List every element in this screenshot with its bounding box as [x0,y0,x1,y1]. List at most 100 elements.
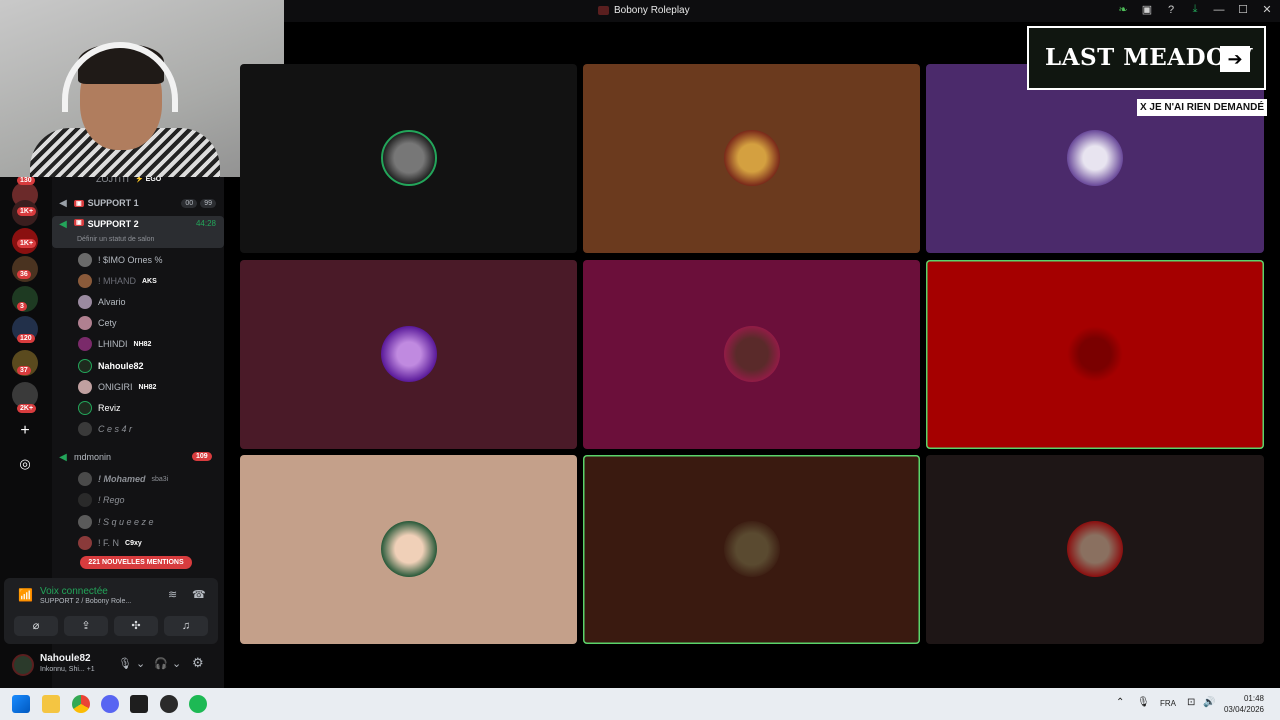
add-server-icon[interactable]: + [14,420,36,442]
camera-off-button[interactable]: ⌀ [14,616,58,636]
tray-chevron-icon[interactable]: ⌃ [1116,697,1124,708]
user-count: 00 [181,198,198,208]
avatar [78,274,92,288]
chevron-down-icon[interactable]: ⌄ [136,657,145,670]
video-tile[interactable] [240,455,577,644]
member-tag: sba3i [151,475,169,483]
list-item[interactable]: Alvario [78,292,126,312]
server-badge: 1K+ [17,207,37,216]
soundboard-button[interactable]: ♫ [164,616,208,636]
mic-icon[interactable]: 🎙 [118,657,132,670]
maximize-icon[interactable]: ☐ [1236,3,1250,16]
avatar [78,337,92,351]
language-indicator[interactable]: FRA [1160,699,1176,708]
disconnect-icon[interactable]: ☎ [192,588,206,601]
voice-channel-link[interactable]: SUPPORT 2 / Bobony Role... [40,598,131,605]
video-tile[interactable] [926,455,1264,644]
video-tile[interactable] [926,260,1264,449]
voice-channel-support-2[interactable]: ◀ ▣ SUPPORT 2 44:28 [52,216,224,248]
avatar [381,326,437,382]
noise-suppression-icon[interactable]: ≋ [168,588,177,601]
member-name: ONIGIRI [98,382,133,392]
voice-channel-support-1[interactable]: ◀ ▣ SUPPORT 1 00 99 [52,193,224,213]
member-name: Nahoule82 [98,361,144,371]
headset-icon[interactable]: 🎧 [154,657,168,670]
file-explorer-icon[interactable] [42,695,60,713]
new-mentions-button[interactable]: 221 NOUVELLES MENTIONS [80,556,192,569]
chrome-icon[interactable] [72,695,90,713]
windows-start-icon[interactable] [12,695,30,713]
avatar [78,359,92,373]
leaf-icon[interactable]: ❧ [1116,3,1130,16]
avatar [724,521,780,577]
signal-icon[interactable]: 📶 [18,588,33,602]
clock-time: 01:48 [1243,694,1264,703]
settings-gear-icon[interactable]: ⚙ [192,655,204,671]
avatar [78,422,92,436]
list-item[interactable]: ! Mohamed sba3i [78,469,168,489]
channel-tag-icon: ▣ [74,199,84,207]
video-tile[interactable] [583,260,920,449]
clock-date: 03/04/2026 [1223,705,1264,714]
member-name: C e s 4 r [98,424,133,434]
last-meadow-banner[interactable]: LAST MEADOW ➔ [1027,26,1266,90]
list-item[interactable]: C e s 4 r [78,419,132,439]
screen-share-button[interactable]: ⇪ [64,616,108,636]
user-name[interactable]: Nahoule82 [40,653,91,664]
list-item[interactable]: Reviz [78,398,121,418]
member-name: LHINDI [98,339,128,349]
chevron-down-icon[interactable]: ⌄ [172,657,181,670]
list-item[interactable]: Nahoule82 [78,356,144,376]
avatar [78,380,92,394]
video-tile[interactable] [583,455,920,644]
discord-icon[interactable] [101,695,119,713]
list-item[interactable]: ONIGIRI NH82 [78,377,156,397]
clock[interactable]: 01:48 03/04/2026 [1224,693,1264,715]
avatar[interactable] [12,654,34,676]
volume-icon[interactable]: 🔊 [1203,697,1215,708]
download-icon[interactable]: ⤓ [1188,3,1202,16]
avatar [78,472,92,486]
avatar [78,253,92,267]
avatar [78,401,92,415]
list-item[interactable]: Cety [78,313,117,333]
close-icon[interactable]: ✕ [1260,3,1274,16]
member-name: ! $IMO Ornes % [98,255,163,265]
list-item[interactable]: ! MHAND AKS [78,271,157,291]
list-item[interactable]: ! $IMO Ornes % [78,250,163,270]
video-tile[interactable] [583,64,920,253]
app-x-icon[interactable] [130,695,148,713]
tray-mic-icon[interactable]: 🎙 [1137,697,1150,708]
network-icon[interactable]: ⊡ [1187,697,1195,708]
discover-icon[interactable]: ◎ [14,453,36,475]
video-tile[interactable] [240,64,577,253]
list-item[interactable]: LHINDI NH82 [78,334,151,354]
activities-button[interactable]: ✣ [114,616,158,636]
screen-icon[interactable]: ▣ [1140,3,1154,16]
help-icon[interactable]: ? [1164,4,1178,16]
server-badge: 130 [17,176,35,185]
video-tile[interactable] [926,64,1264,253]
voice-connected-panel: 📶 Voix connectée SUPPORT 2 / Bobony Role… [4,578,218,644]
app-dark-icon[interactable] [160,695,178,713]
headset-icon [62,42,178,112]
channel-status[interactable]: Définir un statut de salon [77,236,154,243]
title-bar-icons: ❧ ▣ ? ⤓ — ☐ ✕ [1116,3,1274,16]
speaker-icon: ◀ [59,451,67,463]
spotify-icon[interactable] [189,695,207,713]
minimize-icon[interactable]: — [1212,4,1226,16]
member-tag: C9xy [125,539,142,547]
discord-app: Bobony Roleplay ❧ ▣ ? ⤓ — ☐ ✕ 130 1K+ 1K… [0,0,1280,688]
list-item[interactable]: ! F. N C9xy [78,533,142,553]
list-item[interactable]: ! S q u e e z e [78,512,154,532]
avatar [1067,130,1123,186]
avatar [78,493,92,507]
voice-status[interactable]: Voix connectée [40,586,108,597]
mention-count-badge: 109 [192,452,212,461]
window-title: Bobony Roleplay [598,5,690,16]
video-tile[interactable] [240,260,577,449]
windows-taskbar: ⌃ 🎙 FRA ⊡ 🔊 01:48 03/04/2026 [0,688,1280,720]
list-item[interactable]: ! Rego [78,490,125,510]
member-name: ! Rego [98,495,125,505]
member-name: Reviz [98,403,121,413]
